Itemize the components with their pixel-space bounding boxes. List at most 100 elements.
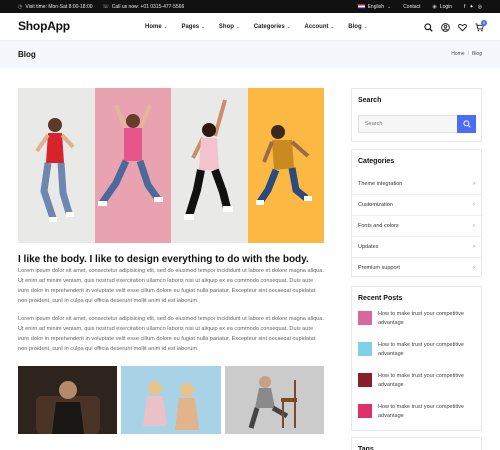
heart-icon[interactable]	[458, 23, 467, 32]
breadcrumb: Home / Blog	[451, 51, 482, 57]
menu-label[interactable]: Shop	[219, 24, 234, 30]
chevron-down-icon: ⌄	[163, 24, 168, 29]
page-title: Blog	[18, 50, 36, 59]
search-button[interactable]	[457, 115, 476, 133]
widget-title: Categories	[358, 158, 395, 165]
category-item[interactable]: Premium support ›	[352, 257, 481, 278]
menu-label[interactable]: Account	[305, 24, 329, 30]
recent-post-item[interactable]: How to make trust your competitive advan…	[358, 372, 475, 403]
language-label[interactable]: English	[368, 4, 384, 10]
menu-label[interactable]: Home	[145, 24, 162, 30]
hero-panel-yellow-shirt	[247, 88, 324, 243]
widget-title: Search	[358, 97, 382, 104]
phone-text[interactable]: Call us now: +01 0315-477-5566	[112, 4, 184, 10]
user-icon[interactable]	[441, 22, 450, 32]
gallery-image-man-armchair[interactable]	[18, 366, 118, 434]
category-item[interactable]: Fonts and colors ›	[352, 215, 481, 236]
chevron-right-icon: ›	[473, 265, 475, 271]
hero-panel-red-shirt	[18, 88, 95, 243]
person-figure	[255, 125, 312, 205]
recent-post-item[interactable]: How to make trust your competitive advan…	[358, 403, 475, 434]
person-figure	[97, 104, 163, 206]
category-item[interactable]: Updates ›	[352, 236, 481, 257]
category-label[interactable]: Theme integration	[358, 181, 402, 187]
user-icon: ◉	[432, 3, 437, 10]
chevron-down-icon: ⌄	[201, 24, 205, 29]
main-navbar: ShopApp Home ⌄ Pages ⌄ Shop ⌄ Categories ⌄ A…	[0, 13, 500, 41]
instagram-icon[interactable]: ◎	[478, 4, 482, 10]
phone-info[interactable]: ☏ Call us now: +01 0315-477-5566	[103, 4, 185, 10]
recent-post-title[interactable]: How to make trust your competitive advan…	[378, 372, 475, 390]
post-paragraph: Lorem ipsum dolor sit amet, consectetur …	[18, 316, 324, 352]
two-girls-illustration	[121, 366, 221, 434]
man-armchair-illustration	[18, 366, 118, 434]
recent-posts-list: How to make trust your competitive advan…	[352, 310, 481, 434]
menu-shop[interactable]: Shop ⌄	[219, 24, 240, 30]
breadcrumb-home[interactable]: Home	[451, 51, 464, 57]
chevron-right-icon: ›	[473, 202, 475, 208]
hero-panel-pink-shirt	[94, 88, 171, 243]
widget-title: Tags	[358, 446, 374, 450]
login-label[interactable]: Login	[440, 4, 452, 10]
categories-widget: Categories Theme integration › Customizat…	[351, 149, 482, 277]
contact-link[interactable]: Contact	[403, 4, 420, 10]
category-label[interactable]: Fonts and colors	[358, 223, 399, 229]
gallery-image-two-girls[interactable]	[121, 366, 221, 434]
social-links: f ✦ ◎	[464, 4, 482, 10]
search-icon	[462, 120, 471, 128]
nav-icons: 0	[424, 13, 487, 41]
chevron-right-icon: ›	[473, 223, 475, 229]
category-item[interactable]: Customization ›	[352, 194, 481, 215]
recent-posts-widget: Recent Posts How to make trust your comp…	[351, 286, 482, 431]
chevron-down-icon: ⌄	[235, 24, 240, 29]
post-paragraph: Lorem ipsum dolor sit amet, consectetur …	[18, 268, 324, 304]
menu-pages[interactable]: Pages ⌄	[181, 24, 204, 30]
category-label[interactable]: Updates	[358, 244, 379, 250]
person-figure	[35, 118, 75, 222]
recent-post-title[interactable]: How to make trust your competitive advan…	[378, 310, 475, 328]
person-figure	[184, 99, 234, 220]
uk-flag-icon	[357, 4, 365, 9]
category-label[interactable]: Customization	[358, 202, 393, 208]
gallery-image-man-chair[interactable]	[224, 366, 324, 434]
category-label[interactable]: Premium support	[358, 265, 400, 271]
menu-label[interactable]: Blog	[348, 24, 361, 30]
menu-blog[interactable]: Blog ⌄	[348, 24, 367, 30]
phone-icon: ☏	[102, 3, 109, 10]
recent-post-item[interactable]: How to make trust your competitive advan…	[358, 310, 475, 341]
post-hero-image	[18, 88, 324, 243]
recent-post-title[interactable]: How to make trust your competitive advan…	[378, 341, 475, 359]
menu-categories[interactable]: Categories ⌄	[254, 24, 291, 30]
breadcrumb-current: Blog	[471, 51, 482, 57]
recent-post-thumbnail[interactable]	[358, 342, 372, 356]
twitter-icon[interactable]: ✦	[469, 4, 473, 10]
category-item[interactable]: Theme integration ›	[352, 173, 481, 194]
language-selector[interactable]: English ⌄	[357, 4, 391, 10]
widget-title: Recent Posts	[358, 295, 403, 302]
facebook-icon[interactable]: f	[464, 4, 465, 10]
login-link[interactable]: ◉ Login	[432, 4, 452, 10]
search-input[interactable]	[358, 115, 457, 133]
clock-icon: ◷	[18, 3, 23, 10]
category-list: Theme integration › Customization › Fonts …	[352, 173, 481, 278]
menu-home[interactable]: Home ⌄	[145, 24, 167, 30]
search-icon[interactable]	[424, 22, 433, 32]
main-menu: Home ⌄ Pages ⌄ Shop ⌄ Categories ⌄ Account ⌄ …	[145, 13, 367, 41]
recent-post-thumbnail[interactable]	[358, 373, 372, 387]
menu-account[interactable]: Account ⌄	[305, 24, 335, 30]
visit-time: ◷ Visit time: Mon-Sat 8:00-18:00	[18, 4, 93, 10]
post-gallery	[18, 366, 324, 434]
man-chair-illustration	[224, 366, 324, 434]
menu-label[interactable]: Pages	[181, 24, 199, 30]
top-bar: ◷ Visit time: Mon-Sat 8:00-18:00 ☏ Call …	[0, 0, 500, 13]
chevron-down-icon: ⌄	[330, 24, 335, 29]
recent-post-title[interactable]: How to make trust your competitive advan…	[378, 403, 475, 421]
recent-post-thumbnail[interactable]	[358, 311, 372, 325]
recent-post-item[interactable]: How to make trust your competitive advan…	[358, 341, 475, 372]
recent-post-thumbnail[interactable]	[358, 404, 372, 418]
logo[interactable]: ShopApp	[18, 19, 70, 33]
menu-label[interactable]: Categories	[254, 24, 285, 30]
page-header: Blog Home / Blog	[0, 41, 500, 68]
chevron-down-icon: ⌄	[363, 24, 368, 29]
cart-icon[interactable]: 0	[475, 19, 487, 32]
